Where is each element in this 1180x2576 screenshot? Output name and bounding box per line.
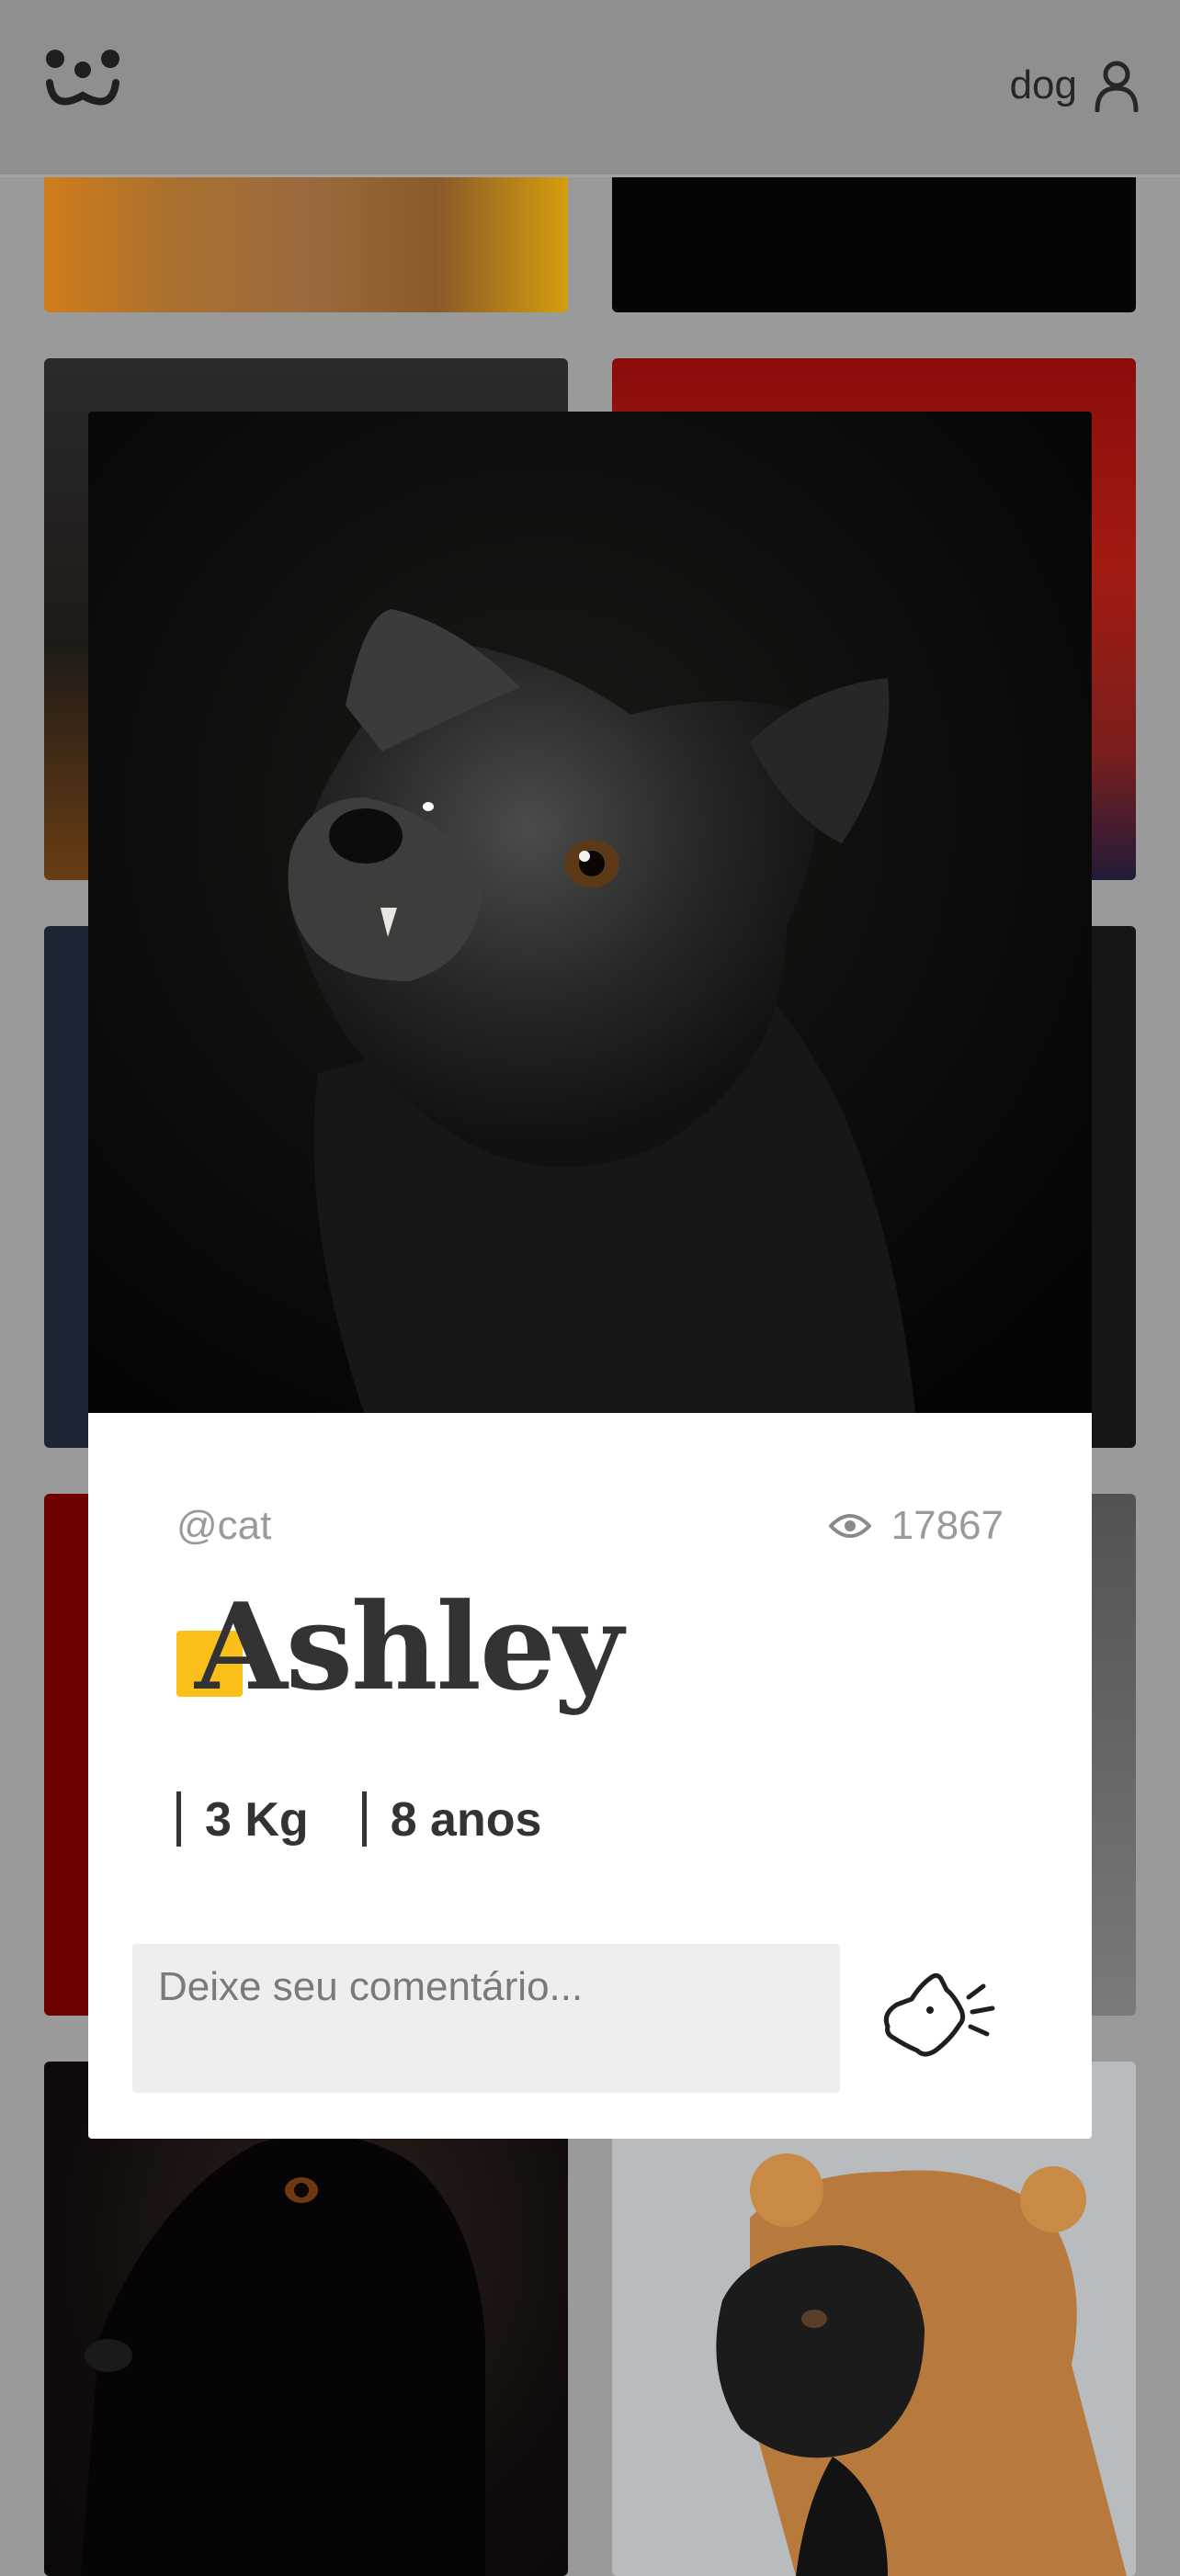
views-counter: 17867 [828,1503,1004,1549]
modal-photo [88,412,1092,1413]
photo-title-wrap: Ashley [176,1576,623,1717]
black-dog-looking-up-photo [88,412,1092,1413]
account-link[interactable]: dog [1010,53,1140,118]
views-count: 17867 [891,1503,1004,1548]
send-comment-button[interactable] [877,1962,1002,2073]
top-header: dog [0,0,1180,177]
author-link[interactable]: @cat [176,1503,271,1549]
comment-input[interactable] [132,1944,840,2093]
home-link[interactable] [44,48,121,118]
pug-in-hoodie-photo [716,2153,1127,2576]
weight-attribute: 3 Kg [176,1791,309,1847]
photo-title: Ashley [195,1576,623,1717]
feed-photo-tile[interactable] [44,2062,568,2576]
feed-photo-tile[interactable] [612,2062,1136,2576]
black-dog-photo [81,2133,485,2576]
age-attribute: 8 anos [361,1791,541,1847]
barking-dog-send-icon [883,1972,995,2057]
photo-attributes: 3 Kg 8 anos [176,1791,541,1847]
eye-icon [828,1514,871,1538]
photo-modal: @cat 17867 Ashley 3 Kg 8 anos [88,412,1092,2139]
username-label: dog [1009,62,1077,107]
dog-face-logo-icon [46,50,119,106]
user-icon [1095,61,1139,112]
